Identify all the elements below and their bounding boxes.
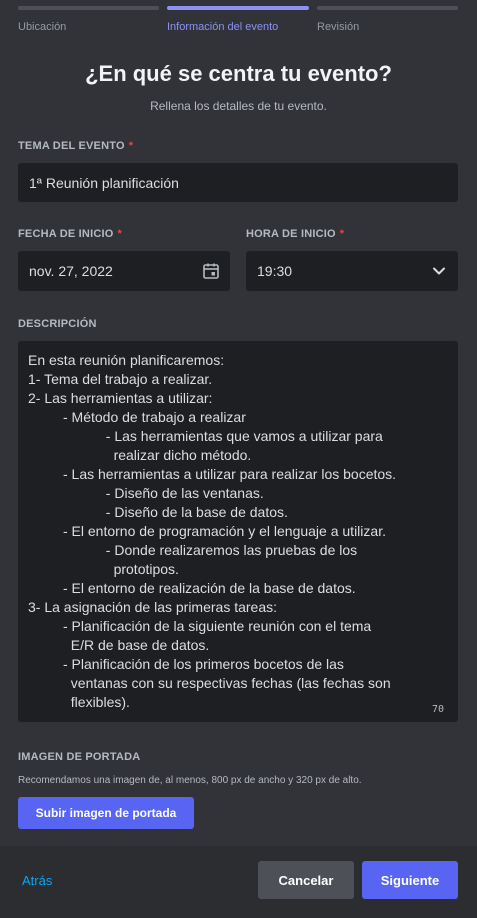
step-location-label: Ubicación: [18, 21, 67, 33]
cover-image-label: IMAGEN DE PORTADA: [18, 751, 141, 763]
start-time-label-text: HORA DE INICIO: [246, 228, 336, 240]
start-time-select[interactable]: 19:30: [246, 251, 458, 291]
description-line: 1- Tema del trabajo a realizar.: [28, 371, 213, 387]
topic-label-text: TEMA DEL EVENTO: [18, 140, 125, 152]
step-location: Ubicación: [18, 6, 159, 33]
topic-input-value: 1ª Reunión planificación: [29, 174, 179, 191]
description-line: - Planificación de la siguiente reunión …: [28, 618, 372, 634]
upload-cover-button[interactable]: Subir imagen de portada: [18, 797, 194, 829]
start-date-input[interactable]: nov. 27, 2022: [18, 251, 230, 291]
step-location-bar: [18, 6, 159, 10]
start-date-value: nov. 27, 2022: [29, 263, 113, 279]
description-line: realizar dicho método.: [28, 447, 252, 463]
back-link[interactable]: Atrás: [22, 873, 52, 888]
description-line: - Diseño de la base de datos.: [28, 504, 288, 520]
start-time-label: HORA DE INICIO *: [246, 228, 344, 240]
description-line: 2- Las herramientas a utilizar:: [28, 390, 213, 406]
topic-required-mark: *: [128, 140, 134, 152]
page-title: ¿En qué se centra tu evento?: [85, 61, 392, 86]
step-event-info-bar: [167, 6, 309, 10]
page-subtitle: Rellena los detalles de tu evento.: [150, 99, 327, 113]
start-date-label: FECHA DE INICIO *: [18, 228, 122, 240]
start-date-label-text: FECHA DE INICIO: [18, 228, 114, 240]
description-text: En esta reunión planificaremos: 1- Tema d…: [28, 351, 448, 712]
topic-input[interactable]: 1ª Reunión planificación: [18, 163, 458, 202]
step-event-info: Información del evento: [167, 6, 309, 33]
step-event-info-label: Información del evento: [167, 21, 279, 33]
description-line: - Diseño de las ventanas.: [28, 485, 264, 501]
description-line: - El entorno de realización de la base d…: [28, 580, 356, 596]
description-line: ventanas con su respectivas fechas (las …: [28, 675, 391, 691]
description-line: - Donde realizaremos las pruebas de los: [28, 542, 358, 558]
description-line: - El entorno de programación y el lengua…: [28, 523, 386, 539]
cancel-button[interactable]: Cancelar: [258, 861, 354, 899]
step-review-label: Revisión: [317, 21, 360, 33]
start-time-required-mark: *: [339, 228, 345, 240]
description-label: DESCRIPCIÓN: [18, 318, 97, 330]
cover-image-note: Recomendamos una imagen de, al menos, 80…: [18, 775, 362, 786]
description-textarea[interactable]: En esta reunión planificaremos: 1- Tema d…: [18, 341, 458, 722]
step-review: Revisión: [317, 6, 458, 33]
description-line: - Planificación de los primeros bocetos …: [28, 656, 344, 672]
description-line: prototipos.: [28, 561, 179, 577]
start-date-required-mark: *: [117, 228, 122, 240]
step-progress: Ubicación Información del evento Revisió…: [18, 6, 459, 36]
description-line: - Las herramientas a utilizar para reali…: [28, 466, 397, 482]
description-char-counter: 70: [431, 704, 444, 715]
description-line: - Las herramientas que vamos a utilizar …: [28, 428, 383, 444]
description-line: 3- La asignación de las primeras tareas:: [28, 599, 278, 615]
description-line: flexibles).: [28, 694, 130, 710]
chevron-down-icon[interactable]: [432, 264, 446, 278]
step-review-bar: [317, 6, 458, 10]
description-line: En esta reunión planificaremos:: [28, 352, 225, 368]
modal-footer: Atrás Cancelar Siguiente: [0, 846, 477, 918]
topic-label: TEMA DEL EVENTO *: [18, 140, 133, 152]
calendar-icon[interactable]: [202, 262, 220, 280]
description-line: - Método de trabajo a realizar: [28, 409, 246, 425]
start-time-value: 19:30: [257, 263, 293, 279]
next-button[interactable]: Siguiente: [362, 861, 458, 899]
description-line: E/R de base de datos.: [28, 637, 210, 653]
